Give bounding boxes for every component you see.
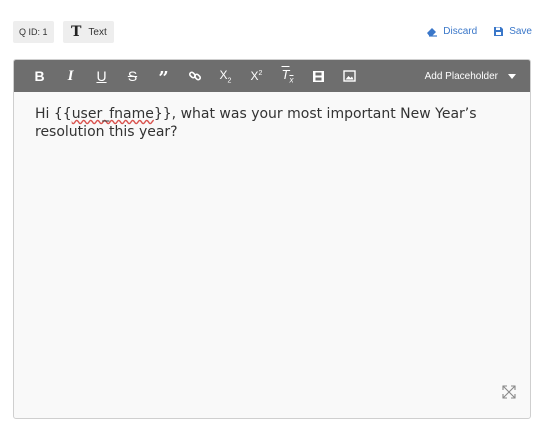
italic-button[interactable]: I bbox=[55, 60, 86, 92]
subscript-icon: X2 bbox=[219, 67, 232, 85]
clear-format-icon: Tx bbox=[281, 67, 294, 85]
italic-icon: I bbox=[67, 67, 74, 84]
add-placeholder-label: Add Placeholder bbox=[424, 70, 498, 82]
link-icon bbox=[188, 69, 202, 83]
editor-toolbar: B I U S ” X2 X2 Tx Add Placeholder bbox=[14, 60, 530, 92]
question-type-label: Text bbox=[88, 26, 107, 38]
underline-icon: U bbox=[96, 68, 107, 84]
caret-down-icon bbox=[508, 73, 516, 79]
video-button[interactable] bbox=[303, 60, 334, 92]
save-label: Save bbox=[509, 26, 532, 37]
blockquote-button[interactable]: ” bbox=[148, 60, 179, 92]
strikethrough-icon: S bbox=[127, 68, 138, 84]
discard-label: Discard bbox=[443, 26, 478, 37]
merge-field: user_fname bbox=[71, 106, 154, 122]
image-button[interactable] bbox=[334, 60, 365, 92]
film-icon bbox=[312, 70, 325, 83]
question-type-badge[interactable]: T Text bbox=[63, 21, 114, 43]
content-text-start: Hi {{ bbox=[35, 106, 72, 122]
link-button[interactable] bbox=[179, 60, 210, 92]
add-placeholder-dropdown[interactable]: Add Placeholder bbox=[425, 60, 516, 92]
question-id-label: Q ID: 1 bbox=[19, 27, 48, 37]
question-id-badge: Q ID: 1 bbox=[13, 21, 54, 43]
text-type-icon: T bbox=[71, 24, 82, 40]
discard-button[interactable]: Discard bbox=[426, 26, 477, 37]
superscript-icon: X2 bbox=[250, 69, 263, 83]
expand-icon[interactable] bbox=[502, 385, 516, 404]
bold-icon: B bbox=[34, 68, 45, 84]
underline-button[interactable]: U bbox=[86, 60, 117, 92]
strikethrough-button[interactable]: S bbox=[117, 60, 148, 92]
editor-content[interactable]: Hi {{user_fname}}, what was your most im… bbox=[35, 105, 515, 141]
save-button[interactable]: Save bbox=[493, 26, 532, 37]
clear-format-button[interactable]: Tx bbox=[272, 60, 303, 92]
image-icon bbox=[343, 70, 356, 82]
floppy-disk-icon bbox=[493, 26, 504, 37]
superscript-button[interactable]: X2 bbox=[241, 60, 272, 92]
subscript-button[interactable]: X2 bbox=[210, 60, 241, 92]
rich-text-editor: B I U S ” X2 X2 Tx Add Placeholder Hi {{… bbox=[13, 59, 531, 419]
eraser-icon bbox=[426, 26, 438, 37]
header-actions: Discard Save bbox=[426, 26, 532, 37]
bold-button[interactable]: B bbox=[24, 60, 55, 92]
quote-icon: ” bbox=[158, 68, 169, 89]
